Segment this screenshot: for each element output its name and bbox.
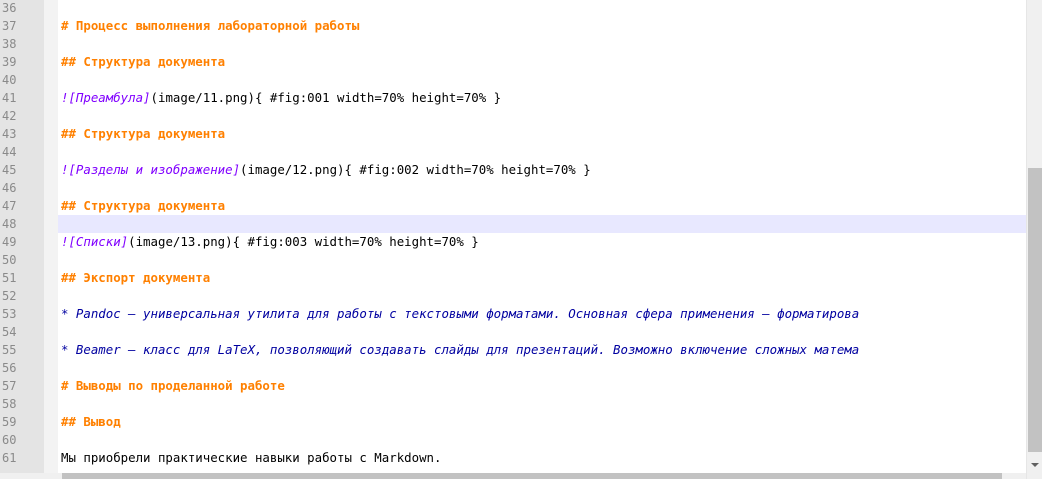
line-number: 43 (2, 127, 17, 141)
line-number: 57 (2, 379, 17, 393)
code-line[interactable]: # Выводы по проделанной работе (61, 377, 285, 395)
line-number: 51 (2, 271, 17, 285)
line-number: 53 (2, 307, 17, 321)
code-line[interactable]: * Pandoc — универсальная утилита для раб… (61, 305, 859, 323)
horizontal-scrollbar-thumb[interactable] (62, 473, 1002, 479)
code-token-hdr: ## Вывод (61, 414, 121, 429)
code-line[interactable]: ## Структура документа (61, 53, 225, 71)
line-number: 48 (2, 217, 17, 231)
code-token-hdr: ## Структура документа (61, 198, 226, 213)
line-number: 45 (2, 163, 17, 177)
line-number: 36 (2, 1, 17, 15)
code-token-hdr: ## Экспорт документа (61, 270, 211, 285)
code-token-hdr: ## Структура документа (61, 126, 226, 141)
line-number: 56 (2, 361, 17, 375)
line-number: 41 (2, 91, 17, 105)
line-number: 37 (2, 19, 17, 33)
line-number: 60 (2, 433, 17, 447)
line-number: 58 (2, 397, 17, 411)
code-line[interactable]: * Beamer — класс для LaTeX, позволяющий … (61, 341, 859, 359)
code-token-emph: * Pandoc — универсальная утилита для раб… (61, 306, 860, 321)
code-line[interactable]: Мы приобрели практические навыки работы … (61, 449, 441, 467)
vertical-scrollbar-thumb[interactable] (1028, 168, 1042, 452)
code-line[interactable]: ![Разделы и изображение](image/12.png){ … (61, 161, 591, 179)
code-token-img-bang: ![Преамбула] (61, 90, 151, 105)
code-line[interactable]: # Процесс выполнения лабораторной работы (61, 17, 359, 35)
line-number: 52 (2, 289, 17, 303)
code-line[interactable]: ## Экспорт документа (61, 269, 210, 287)
line-number: 59 (2, 415, 17, 429)
current-line-highlight (58, 215, 1026, 233)
code-token-plain: (image/13.png){ #fig:003 width=70% heigh… (128, 234, 479, 249)
code-line[interactable]: ## Структура документа (61, 197, 225, 215)
line-number: 40 (2, 73, 17, 87)
line-number: 50 (2, 253, 17, 267)
line-number: 44 (2, 145, 17, 159)
vertical-scrollbar[interactable] (1026, 0, 1042, 479)
code-token-hdr: ## Структура документа (61, 54, 226, 69)
code-line[interactable]: ## Структура документа (61, 125, 225, 143)
line-number: 49 (2, 235, 17, 249)
code-token-plain: Мы приобрели практические навыки работы … (61, 450, 442, 465)
line-number: 39 (2, 55, 17, 69)
line-number: 42 (2, 109, 17, 123)
line-number: 38 (2, 37, 17, 51)
line-number: 47 (2, 199, 17, 213)
code-token-plain: (image/12.png){ #fig:002 width=70% heigh… (240, 162, 591, 177)
line-number: 54 (2, 325, 17, 339)
code-line[interactable]: ![Преамбула](image/11.png){ #fig:001 wid… (61, 89, 501, 107)
line-number: 61 (2, 451, 17, 465)
line-number: 46 (2, 181, 17, 195)
text-editor[interactable]: 36 37 # Процесс выполнения лабораторной ра… (0, 0, 1042, 479)
chevron-down-icon (1031, 463, 1039, 467)
code-token-plain: (image/11.png){ #fig:001 width=70% heigh… (150, 90, 502, 105)
line-number: 55 (2, 343, 17, 357)
code-token-img-bang: ![Разделы и изображение] (61, 162, 241, 177)
code-token-img-bang: ![Списки] (61, 234, 129, 249)
editor-lines[interactable]: 36 37 # Процесс выполнения лабораторной ра… (0, 0, 1026, 479)
code-line[interactable]: ![Списки](image/13.png){ #fig:003 width=… (61, 233, 479, 251)
code-token-hdr: # Выводы по проделанной работе (61, 378, 285, 393)
scroll-down-button[interactable] (1027, 458, 1042, 472)
code-line[interactable]: ## Вывод (61, 413, 121, 431)
code-token-hdr: # Процесс выполнения лабораторной работы (61, 18, 360, 33)
code-token-emph: * Beamer — класс для LaTeX, позволяющий … (61, 342, 860, 357)
horizontal-scrollbar[interactable] (0, 473, 1026, 479)
